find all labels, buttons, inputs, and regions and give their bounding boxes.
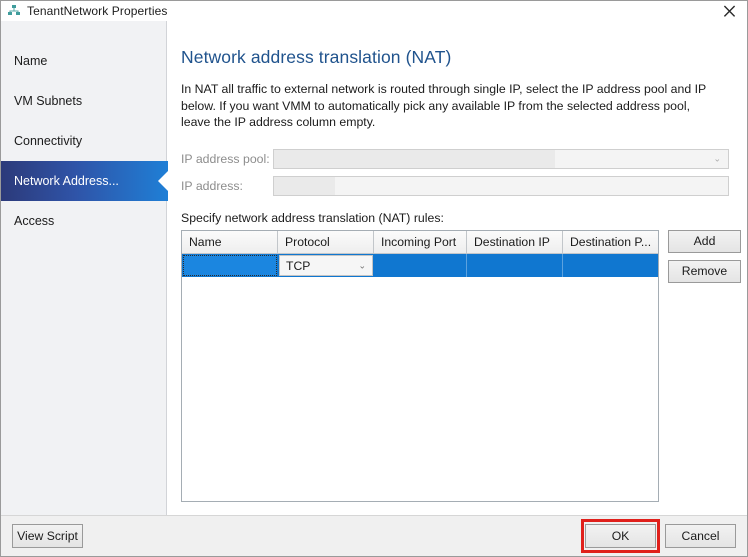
sidebar-item-label: Name [14,54,48,68]
table-header-row: Name Protocol Incoming Port Destination … [182,230,658,254]
add-button[interactable]: Add [668,229,741,253]
page-description: In NAT all traffic to external network i… [181,82,706,129]
table-actions: Add Remove [668,229,741,290]
table-row[interactable]: TCP ⌄ [182,253,658,277]
nat-rules-area: Name Protocol Incoming Port Destination … [181,229,741,502]
sidebar-item-vm-subnets[interactable]: VM Subnets [1,81,166,121]
sidebar: Name VM Subnets Connectivity Network Add… [1,21,168,515]
cancel-button[interactable]: Cancel [665,524,736,548]
view-script-button[interactable]: View Script [12,524,83,548]
ok-button[interactable]: OK [585,524,656,548]
remove-button[interactable]: Remove [668,259,741,283]
cell-name[interactable] [182,254,278,277]
sidebar-item-label: Connectivity [14,134,83,148]
field-fill [274,149,556,168]
column-header-protocol[interactable]: Protocol [278,230,374,253]
page-title: Network address translation (NAT) [181,47,452,67]
content-panel: Network address translation (NAT) In NAT… [167,21,747,515]
column-header-name[interactable]: Name [182,230,278,253]
nat-rules-table[interactable]: Name Protocol Incoming Port Destination … [181,229,659,502]
ip-address-row: IP address: [181,175,729,196]
properties-dialog: TenantNetwork Properties Name VM Subnets… [0,0,748,557]
dialog-footer: View Script OK Cancel [1,515,747,556]
cell-incoming-port[interactable] [374,253,467,277]
field-fill [274,176,336,195]
ip-address-pool-label: IP address pool: [181,151,270,166]
sidebar-item-label: Network Address... [14,174,119,188]
column-header-destination-ip[interactable]: Destination IP [467,230,563,253]
cell-destination-port[interactable] [563,254,658,277]
protocol-select[interactable]: TCP ⌄ [279,255,373,276]
sidebar-item-network-address[interactable]: Network Address... [1,161,168,201]
ip-address-label: IP address: [181,178,243,193]
network-hub-icon [8,5,20,15]
sidebar-item-name[interactable]: Name [1,41,166,81]
ip-address-pool-select[interactable]: ⌄ [273,148,729,169]
protocol-value: TCP [286,258,311,273]
sidebar-item-connectivity[interactable]: Connectivity [1,121,166,161]
nat-rules-label: Specify network address translation (NAT… [181,210,444,225]
footer-actions: OK Cancel [581,519,736,553]
ip-address-input[interactable] [273,175,729,196]
sidebar-item-access[interactable]: Access [1,201,166,241]
dialog-body: Name VM Subnets Connectivity Network Add… [1,21,747,515]
title-bar: TenantNetwork Properties [1,1,747,21]
chevron-down-icon: ⌄ [713,153,721,163]
column-header-incoming-port[interactable]: Incoming Port [374,230,467,253]
window-title: TenantNetwork Properties [27,4,168,18]
chevron-down-icon: ⌄ [358,260,366,270]
cell-focus-outline [183,254,277,276]
ip-address-pool-row: IP address pool: ⌄ [181,148,729,169]
cell-protocol[interactable]: TCP ⌄ [278,254,374,277]
column-header-destination-port[interactable]: Destination P... [563,230,658,253]
ok-button-wrapper: OK [581,519,660,553]
close-icon[interactable] [715,1,743,21]
sidebar-item-label: VM Subnets [14,94,83,108]
sidebar-item-label: Access [14,214,55,228]
cell-destination-ip[interactable] [467,253,563,277]
